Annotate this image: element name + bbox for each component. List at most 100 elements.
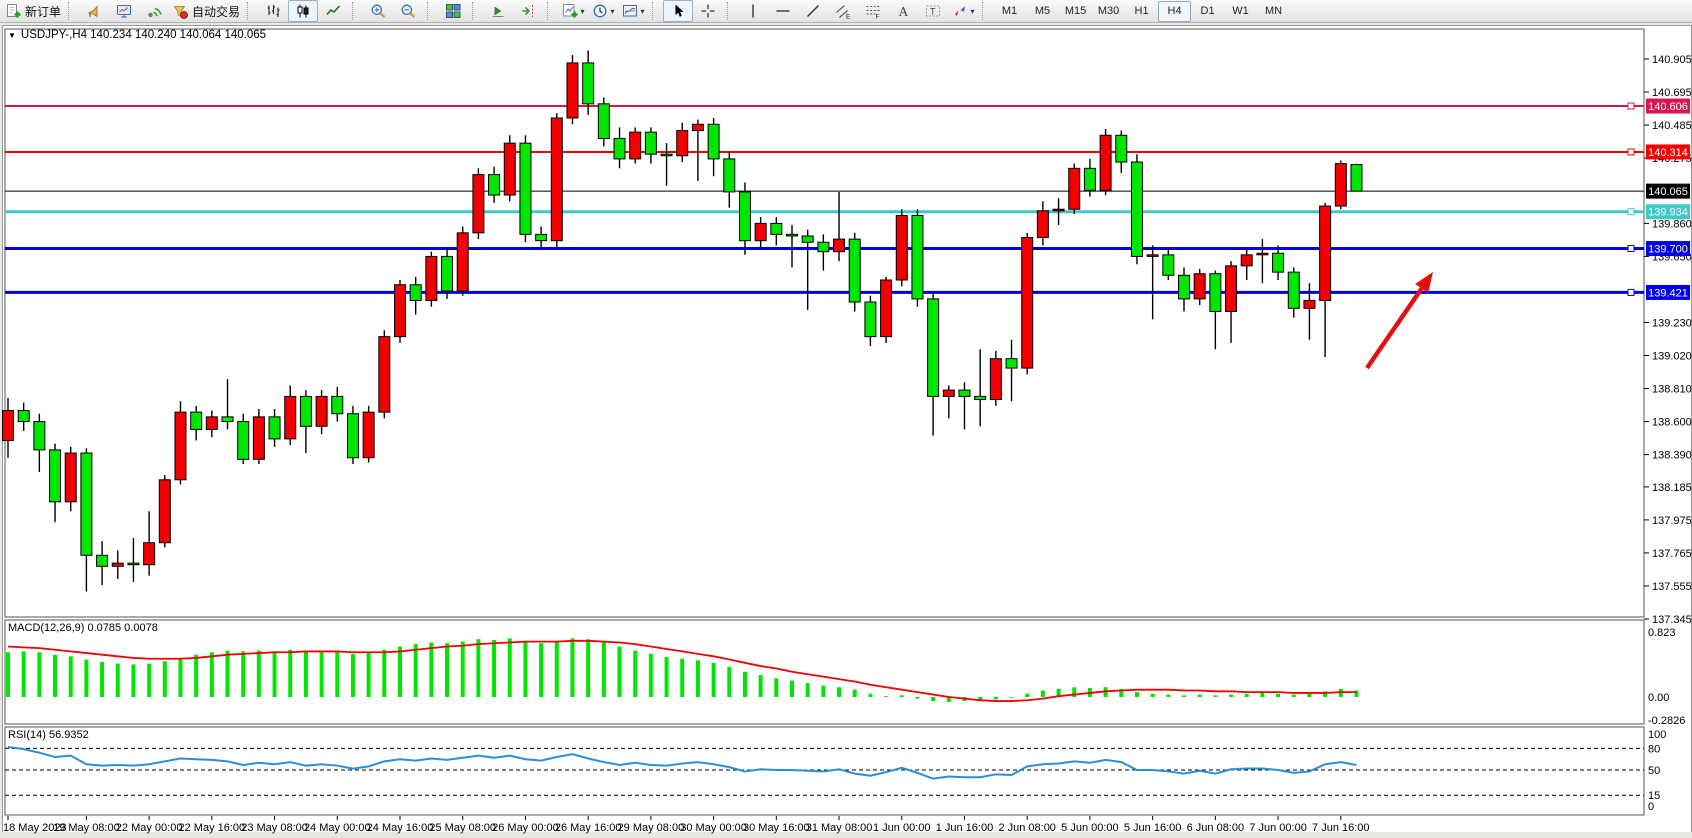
- periods-icon: [592, 3, 609, 20]
- market-horn-button[interactable]: [79, 0, 109, 22]
- toolbar-separator: [427, 2, 435, 20]
- svg-text:140.606: 140.606: [1648, 101, 1688, 113]
- arrows-dropdown-chevron[interactable]: ▾: [971, 7, 975, 16]
- toolbar-separator: [247, 2, 255, 20]
- time-axis[interactable]: 18 May 202319 May 08:0022 May 00:0022 Ma…: [3, 816, 1370, 834]
- timeframe-h4-button[interactable]: H4: [1158, 1, 1191, 22]
- horizontal-line-icon: [775, 3, 792, 20]
- zoom-out-icon: [400, 3, 417, 20]
- templates-button[interactable]: ▾: [618, 0, 648, 22]
- horizontal-line-button[interactable]: [768, 0, 798, 22]
- svg-text:A: A: [898, 4, 908, 19]
- svg-text:22 May 16:00: 22 May 16:00: [179, 822, 246, 834]
- hline-handle[interactable]: [1628, 209, 1634, 215]
- text-button[interactable]: A: [888, 0, 918, 22]
- auto-trading-label: 自动交易: [192, 3, 240, 20]
- chart-context-chevron[interactable]: ▼: [8, 31, 16, 40]
- toolbar-separator: [68, 2, 76, 20]
- svg-text:140.905: 140.905: [1652, 54, 1692, 66]
- svg-text:24 May 00:00: 24 May 00:00: [304, 822, 371, 834]
- price-axis[interactable]: 140.905140.695140.485140.275139.860139.6…: [1644, 54, 1692, 626]
- hline-handle[interactable]: [1628, 149, 1634, 155]
- tile-windows-icon: [445, 3, 462, 20]
- equidistant-channel-icon: E: [835, 3, 852, 20]
- zoom-out-button[interactable]: [393, 0, 423, 22]
- timeframe-h1-button[interactable]: H1: [1125, 1, 1158, 22]
- chart-shift-button[interactable]: [513, 0, 543, 22]
- hline-handle[interactable]: [1628, 246, 1634, 252]
- text-label-button[interactable]: T: [918, 0, 948, 22]
- auto-scroll-button[interactable]: [483, 0, 513, 22]
- svg-text:140.485: 140.485: [1652, 120, 1692, 132]
- timeframe-m1-button[interactable]: M1: [993, 1, 1026, 22]
- arrows-button[interactable]: ▾: [948, 0, 978, 22]
- toolbar-separator: [547, 2, 555, 20]
- auto-trading-button[interactable]: 自动交易: [169, 0, 243, 22]
- timeframe-mn-button[interactable]: MN: [1257, 1, 1290, 22]
- timeframe-d1-button[interactable]: D1: [1191, 1, 1224, 22]
- fibonacci-icon: F: [865, 3, 882, 20]
- indicators-button[interactable]: ▾: [558, 0, 588, 22]
- svg-text:23 May 08:00: 23 May 08:00: [241, 822, 308, 834]
- svg-text:137.975: 137.975: [1652, 515, 1692, 527]
- svg-text:140.065: 140.065: [1648, 186, 1688, 198]
- svg-text:T: T: [930, 6, 936, 16]
- svg-text:100: 100: [1648, 729, 1666, 741]
- svg-text:29 May 08:00: 29 May 08:00: [618, 822, 685, 834]
- toolbar-separator: [652, 2, 660, 20]
- svg-text:24 May 16:00: 24 May 16:00: [367, 822, 434, 834]
- periods-button[interactable]: ▾: [588, 0, 618, 22]
- timeframe-m30-button[interactable]: M30: [1092, 1, 1125, 22]
- timeframe-w1-button[interactable]: W1: [1224, 1, 1257, 22]
- crosshair-button[interactable]: [693, 0, 723, 22]
- svg-text:50: 50: [1648, 765, 1660, 777]
- svg-text:138.185: 138.185: [1652, 482, 1692, 494]
- svg-text:30 May 16:00: 30 May 16:00: [743, 822, 810, 834]
- fibonacci-button[interactable]: F: [858, 0, 888, 22]
- zoom-in-button[interactable]: [363, 0, 393, 22]
- svg-text:F: F: [875, 13, 879, 20]
- svg-text:138.390: 138.390: [1652, 450, 1692, 462]
- periods-dropdown-chevron[interactable]: ▾: [611, 7, 615, 16]
- svg-text:80: 80: [1648, 743, 1660, 755]
- svg-text:7 Jun 00:00: 7 Jun 00:00: [1249, 822, 1307, 834]
- signals-button[interactable]: [139, 0, 169, 22]
- signals-icon: [146, 3, 163, 20]
- hline-handle[interactable]: [1628, 289, 1634, 295]
- arrows-icon: [952, 3, 969, 20]
- svg-text:138.600: 138.600: [1652, 417, 1692, 429]
- trendline-button[interactable]: [798, 0, 828, 22]
- svg-text:26 May 00:00: 26 May 00:00: [492, 822, 559, 834]
- bar-chart-icon: [265, 3, 282, 20]
- chart-canvas[interactable]: 140.905140.695140.485140.275139.860139.6…: [0, 0, 1692, 838]
- templates-dropdown-chevron[interactable]: ▾: [641, 7, 645, 16]
- svg-text:0.823: 0.823: [1648, 627, 1676, 639]
- new-order-label: 新订单: [25, 3, 61, 20]
- tile-windows-button[interactable]: [438, 0, 468, 22]
- svg-text:19 May 08:00: 19 May 08:00: [53, 822, 120, 834]
- new-order-icon: [5, 3, 22, 20]
- candlestick-chart-button[interactable]: [288, 0, 318, 22]
- timeframe-m5-button[interactable]: M5: [1026, 1, 1059, 22]
- timeframe-m15-button[interactable]: M15: [1059, 1, 1092, 22]
- cursor-button[interactable]: [663, 0, 693, 22]
- templates-icon: [622, 3, 639, 20]
- auto-trading-icon: [172, 3, 189, 20]
- svg-text:30 May 00:00: 30 May 00:00: [680, 822, 747, 834]
- svg-text:138.810: 138.810: [1652, 384, 1692, 396]
- svg-text:25 May 08:00: 25 May 08:00: [429, 822, 496, 834]
- hline-handle[interactable]: [1628, 103, 1634, 109]
- indicators-dropdown-chevron[interactable]: ▾: [581, 7, 585, 16]
- crosshair-icon: [700, 3, 717, 20]
- macd-indicator-label: MACD(12,26,9) 0.0785 0.0078: [8, 622, 158, 634]
- bar-chart-button[interactable]: [258, 0, 288, 22]
- equidistant-channel-button[interactable]: E: [828, 0, 858, 22]
- chart-title-text: USDJPY-,H4 140.234 140.240 140.064 140.0…: [21, 29, 266, 41]
- zoom-in-icon: [370, 3, 387, 20]
- new-order-button[interactable]: 新订单: [2, 0, 64, 22]
- main-toolbar: 新订单 自动交易 ▾ ▾ ▾ E F A T ▾ M1M5M15M30H1H4D1W1MN: [0, 0, 1692, 23]
- vertical-line-button[interactable]: [738, 0, 768, 22]
- chart-monitor-button[interactable]: [109, 0, 139, 22]
- line-chart-button[interactable]: [318, 0, 348, 22]
- svg-text:1 Jun 00:00: 1 Jun 00:00: [873, 822, 931, 834]
